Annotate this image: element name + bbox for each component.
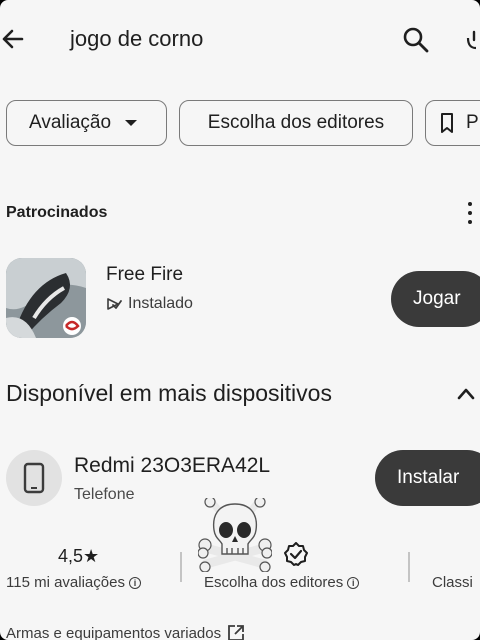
install-status-label: Instalado [128, 295, 193, 312]
stat-divider [180, 552, 182, 582]
external-link-icon [228, 625, 245, 640]
skull-crossbones-icon [198, 498, 272, 572]
install-button-label: Instalar [397, 467, 460, 488]
rating-filter-chip[interactable]: Avaliação [6, 100, 167, 146]
category-tags[interactable]: Armas e equipamentos variados [6, 624, 245, 640]
info-icon: i [347, 576, 360, 589]
rating-value: 4,5★ [58, 546, 100, 566]
search-icon[interactable] [402, 26, 430, 54]
install-status: Instalado [106, 295, 193, 313]
editors-choice-badge-icon [284, 542, 308, 566]
free-fire-app-icon[interactable] [6, 258, 86, 338]
editors-choice-filter-label: Escolha dos editores [207, 112, 385, 133]
more-devices-heading: Disponível em mais dispositivos [6, 380, 332, 406]
content-rating-stat[interactable]: Classi [432, 574, 473, 591]
filter-chips-row: Avaliação Escolha dos editores P [0, 100, 480, 148]
play-button-label: Jogar [413, 288, 461, 309]
chevron-up-icon[interactable] [456, 384, 476, 404]
rating-filter-label: Avaliação [29, 112, 112, 133]
play-button[interactable]: Jogar [391, 271, 480, 327]
device-type: Telefone [74, 486, 135, 503]
content-rating-label: Classi [432, 574, 473, 591]
stat-divider [408, 552, 410, 582]
phone-device-icon [6, 450, 62, 506]
premium-filter-label: P [466, 112, 479, 133]
info-icon: i [128, 576, 141, 589]
rating-count[interactable]: 115 mi avaliações i [6, 574, 141, 591]
editors-choice-stat-label: Escolha dos editores [204, 574, 344, 591]
voice-search-icon[interactable] [466, 26, 480, 54]
category-tags-label: Armas e equipamentos variados [6, 624, 222, 640]
search-query-text[interactable]: jogo de corno [70, 26, 203, 52]
back-arrow-icon[interactable] [0, 24, 30, 54]
sponsored-heading: Patrocinados [6, 204, 108, 221]
device-name: Redmi 23O3ERA42L [74, 454, 271, 477]
install-button[interactable]: Instalar [375, 450, 480, 506]
installed-check-icon [107, 298, 122, 310]
bookmark-icon [441, 113, 453, 133]
play-store-search-screen: jogo de corno Avaliação Escolha dos edit… [0, 0, 480, 640]
dropdown-caret-icon [125, 120, 138, 126]
search-top-bar: jogo de corno [0, 0, 480, 80]
premium-filter-chip[interactable]: P [425, 100, 480, 146]
editors-choice-stat[interactable]: Escolha dos editores i [204, 574, 360, 591]
editors-choice-filter-chip[interactable]: Escolha dos editores [179, 100, 413, 146]
app-name[interactable]: Free Fire [106, 264, 183, 286]
more-options-icon[interactable] [464, 202, 476, 224]
rating-count-label: 115 mi avaliações [6, 574, 125, 591]
